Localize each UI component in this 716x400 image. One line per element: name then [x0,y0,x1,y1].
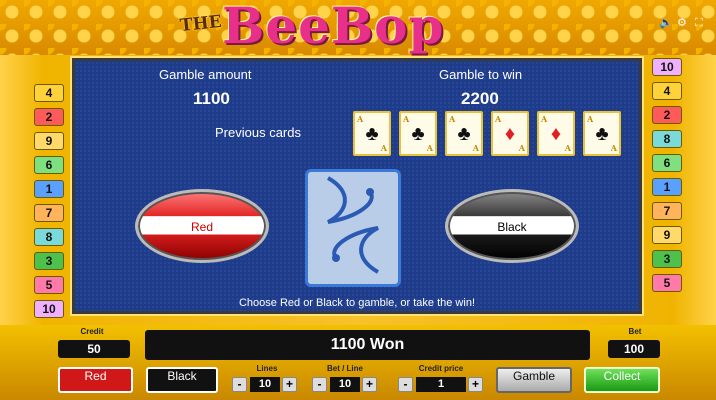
black-button[interactable]: Black [146,367,218,393]
sound-icon[interactable]: 🔈 [659,18,673,29]
left-number: 1 [34,180,64,198]
red-gamble-label: Red [190,220,213,234]
system-icons: 🔈 ⚙ ⛶ [659,18,706,29]
fullscreen-icon[interactable]: ⛶ [695,18,706,29]
gamble-panel: Gamble amount 1100 Gamble to win 2200 Pr… [70,56,644,316]
creditprice-plus-button[interactable]: + [468,377,483,392]
credit-price-label: Credit price [418,364,464,373]
creditprice-minus-button[interactable]: - [398,377,413,392]
logo-the: THE [179,11,223,37]
left-number: 5 [34,276,64,294]
card-rank: A [380,143,387,153]
left-number: 10 [34,300,64,318]
right-number: 10 [652,58,682,76]
red-button[interactable]: Red [58,367,133,393]
logo-beebop: BeeBop [222,0,445,55]
gamble-amount-value: 1100 [193,89,230,108]
card-rank: A [518,143,525,153]
card-rank: A [449,114,456,124]
game-logo: THE BeeBop [0,0,716,55]
left-number: 6 [34,156,64,174]
card-rank: A [357,114,364,124]
card-suit-icon: ♦ [550,123,562,145]
gamble-message: Choose Red or Black to gamble, or take t… [238,297,475,309]
previous-card: A ♦ A [491,111,529,156]
card-rank: A [610,143,617,153]
previous-card: A ♣ A [399,111,437,156]
card-rank: A [426,143,433,153]
red-gamble-button[interactable]: Red [135,189,269,263]
left-payline-numbers: 4 2 9 6 1 7 8 3 5 10 [34,84,64,318]
card-rank: A [495,114,502,124]
gamble-amount-label: Gamble amount [159,67,252,82]
card-rank: A [587,114,594,124]
left-number: 7 [34,204,64,222]
previous-card: A ♣ A [353,111,391,156]
previous-cards-label: Previous cards [215,125,301,140]
credit-value: 50 [58,340,130,358]
right-number: 6 [652,154,682,172]
betline-value: 10 [330,377,360,392]
gamble-to-win-value: 2200 [461,89,499,108]
right-number: 2 [652,106,682,124]
right-number: 9 [652,226,682,244]
left-number: 4 [34,84,64,102]
lines-value: 10 [250,377,280,392]
gamble-card-back [305,169,401,287]
card-suit-icon: ♣ [595,123,609,145]
card-swirl-icon [326,176,380,274]
previous-card: A ♣ A [583,111,621,156]
right-number: 4 [652,82,682,100]
card-rank: A [472,143,479,153]
black-gamble-button[interactable]: Black [445,189,579,263]
card-suit-icon: ♣ [457,123,471,145]
bet-label: Bet [628,327,642,336]
lines-label: Lines [256,364,278,373]
card-suit-icon: ♦ [504,123,516,145]
previous-card: A ♦ A [537,111,575,156]
black-gamble-label: Black [497,220,527,234]
betline-plus-button[interactable]: + [362,377,377,392]
card-rank: A [541,114,548,124]
card-suit-icon: ♣ [411,123,425,145]
left-number: 2 [34,108,64,126]
card-suit-icon: ♣ [365,123,379,145]
right-number: 8 [652,130,682,148]
gamble-button[interactable]: Gamble [496,367,572,393]
left-number: 8 [34,228,64,246]
right-payline-numbers: 10 4 2 8 6 1 7 9 3 5 [652,58,682,292]
collect-button[interactable]: Collect [584,367,660,393]
win-display: 1100 Won [145,330,590,360]
bet-per-line-label: Bet / Line [326,364,363,373]
right-number: 3 [652,250,682,268]
left-number: 3 [34,252,64,270]
previous-card: A ♣ A [445,111,483,156]
bet-value: 100 [608,340,660,358]
creditprice-value: 1 [416,377,466,392]
betline-minus-button[interactable]: - [312,377,327,392]
settings-icon[interactable]: ⚙ [677,18,688,29]
right-number: 7 [652,202,682,220]
card-rank: A [564,143,571,153]
credit-label: Credit [80,327,104,336]
gamble-to-win-label: Gamble to win [439,67,523,82]
lines-plus-button[interactable]: + [282,377,297,392]
right-number: 5 [652,274,682,292]
card-rank: A [403,114,410,124]
right-number: 1 [652,178,682,196]
lines-minus-button[interactable]: - [232,377,247,392]
left-number: 9 [34,132,64,150]
